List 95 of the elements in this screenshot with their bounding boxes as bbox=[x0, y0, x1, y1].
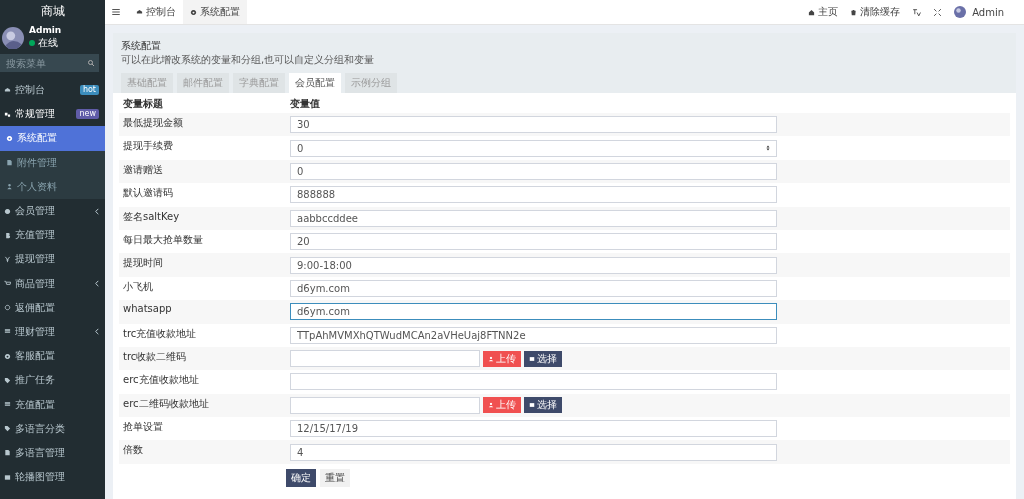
input-field[interactable]: 0 bbox=[290, 162, 777, 180]
user-name: Admin bbox=[29, 25, 62, 35]
field-label: 签名saltKey bbox=[123, 210, 180, 222]
input-field[interactable]: TTpAhMVMXhQTWudMCAn2aVHeUaj8FTNN2e bbox=[290, 326, 777, 344]
sidebar-item[interactable]: 常规管理 new bbox=[0, 102, 105, 127]
user-icon bbox=[488, 355, 494, 362]
column-header: 变量值 bbox=[290, 97, 320, 111]
page-tab[interactable]: 系统配置 bbox=[183, 0, 247, 24]
input-field[interactable]: 30 bbox=[290, 116, 777, 134]
fullscreen-icon[interactable] bbox=[933, 7, 943, 17]
sidebar-item[interactable]: 多语言管理 bbox=[0, 440, 105, 465]
menu-badge: hot bbox=[79, 85, 99, 96]
input-field[interactable] bbox=[290, 396, 480, 414]
sidebar-item[interactable]: 轮播图管理 bbox=[0, 465, 105, 490]
sidebar-item[interactable]: 控制台 hot bbox=[0, 78, 105, 103]
gear-icon bbox=[4, 352, 11, 360]
sidebar-item[interactable]: 客服配置 bbox=[0, 344, 105, 369]
field-label: 抢单设置 bbox=[123, 421, 163, 433]
tag-icon bbox=[4, 425, 11, 433]
tag-icon bbox=[4, 376, 11, 384]
sidebar-item[interactable]: 会员管理 bbox=[0, 198, 105, 224]
user-icon bbox=[488, 402, 494, 409]
field-label: whatsapp bbox=[123, 303, 172, 315]
translate-icon[interactable] bbox=[912, 7, 922, 17]
field-label: 提现手续费 bbox=[123, 140, 173, 152]
gear-icon bbox=[190, 8, 197, 16]
file-icon bbox=[4, 449, 11, 457]
cogs-icon bbox=[4, 110, 11, 118]
field-label: 最低提现金额 bbox=[123, 117, 183, 128]
input-field[interactable]: d6ym.com bbox=[290, 303, 777, 321]
user-icon bbox=[6, 183, 13, 191]
home-icon bbox=[808, 8, 816, 16]
field-label: 邀请赠送 bbox=[123, 163, 163, 175]
number-field[interactable]: 0 bbox=[290, 139, 777, 157]
file-icon bbox=[6, 159, 13, 167]
input-field[interactable]: 12/15/17/19 bbox=[290, 420, 777, 438]
search-icon[interactable] bbox=[87, 59, 95, 67]
sidebar-item[interactable]: 充值配置 bbox=[0, 392, 105, 417]
input-field[interactable]: aabbccddee bbox=[290, 209, 777, 227]
upload-button[interactable]: 上传 bbox=[483, 397, 521, 414]
input-field[interactable]: d6ym.com bbox=[290, 279, 777, 297]
field-label: 提现时间 bbox=[123, 257, 163, 269]
field-label: erc二维码收款地址 bbox=[123, 397, 209, 409]
input-field[interactable]: 4 bbox=[290, 443, 777, 461]
upload-button[interactable]: 上传 bbox=[483, 350, 521, 367]
user-status: 在线 bbox=[38, 36, 58, 50]
sidebar-item[interactable]: 返佣配置 bbox=[0, 295, 105, 320]
sidebar-item[interactable]: 理财管理 bbox=[0, 319, 105, 345]
sidebar-item[interactable]: 推广任务 bbox=[0, 368, 105, 393]
avatar-icon bbox=[954, 6, 967, 18]
page-tab[interactable]: 控制台 bbox=[129, 0, 183, 24]
avatar-icon bbox=[2, 26, 24, 49]
search-field[interactable]: 搜索菜单 bbox=[0, 54, 99, 72]
gear-icon bbox=[6, 134, 13, 142]
menu-badge: new bbox=[76, 109, 99, 120]
sidebar-item[interactable]: 充值管理 bbox=[0, 223, 105, 248]
field-label: erc充值收款地址 bbox=[123, 374, 199, 386]
reset-button[interactable]: 重置 bbox=[320, 468, 350, 487]
field-label: trc收款二维码 bbox=[123, 350, 187, 362]
header-link[interactable]: 主页 bbox=[808, 5, 839, 19]
panel-title: 系统配置 bbox=[121, 39, 162, 53]
input-field[interactable]: 20 bbox=[290, 233, 777, 251]
panel-subtitle: 可以在此增改系统的变量和分组,也可以自定义分组和变量 bbox=[121, 53, 376, 67]
field-label: 每日最大抢单数量 bbox=[123, 233, 203, 245]
dashboard-icon bbox=[4, 86, 11, 94]
field-label: 默认邀请码 bbox=[123, 187, 173, 199]
column-header: 变量标题 bbox=[123, 98, 163, 109]
header-link[interactable]: 清除缓存 bbox=[850, 5, 901, 19]
choose-button[interactable]: 选择 bbox=[524, 397, 562, 414]
spinner-icon[interactable] bbox=[766, 145, 770, 152]
field-label: 小飞机 bbox=[123, 280, 153, 292]
search-input[interactable]: 搜索菜单 bbox=[6, 57, 87, 69]
bitcoin-icon bbox=[4, 231, 11, 239]
sidebar-item[interactable]: 附件管理 bbox=[0, 150, 105, 175]
sidebar-item[interactable]: 系统配置 bbox=[0, 126, 105, 151]
user-menu[interactable]: Admin bbox=[954, 6, 1004, 18]
confirm-button[interactable]: 确定 bbox=[286, 468, 316, 487]
menu-icon[interactable] bbox=[111, 7, 121, 17]
field-label: 倍数 bbox=[123, 444, 143, 456]
sidebar-item[interactable]: 商品管理 bbox=[0, 271, 105, 296]
input-field[interactable]: 888888 bbox=[290, 186, 777, 204]
yen-icon bbox=[4, 255, 11, 263]
sidebar-item[interactable]: 个人资料 bbox=[0, 174, 105, 199]
sidebar-item[interactable]: 提现管理 bbox=[0, 247, 105, 272]
choose-button[interactable]: 选择 bbox=[524, 350, 562, 367]
input-field[interactable] bbox=[290, 373, 777, 391]
trash-icon bbox=[850, 8, 858, 16]
field-label: trc充值收款地址 bbox=[123, 327, 197, 339]
input-field[interactable] bbox=[290, 350, 480, 368]
dashboard-icon bbox=[136, 8, 143, 16]
config-tab[interactable]: 会员配置 bbox=[289, 73, 341, 93]
sidebar-item[interactable]: 多语言分类 bbox=[0, 416, 105, 441]
brand-title: 商城 bbox=[39, 2, 66, 20]
input-field[interactable]: 9:00-18:00 bbox=[290, 256, 777, 274]
cart-icon bbox=[4, 280, 11, 288]
